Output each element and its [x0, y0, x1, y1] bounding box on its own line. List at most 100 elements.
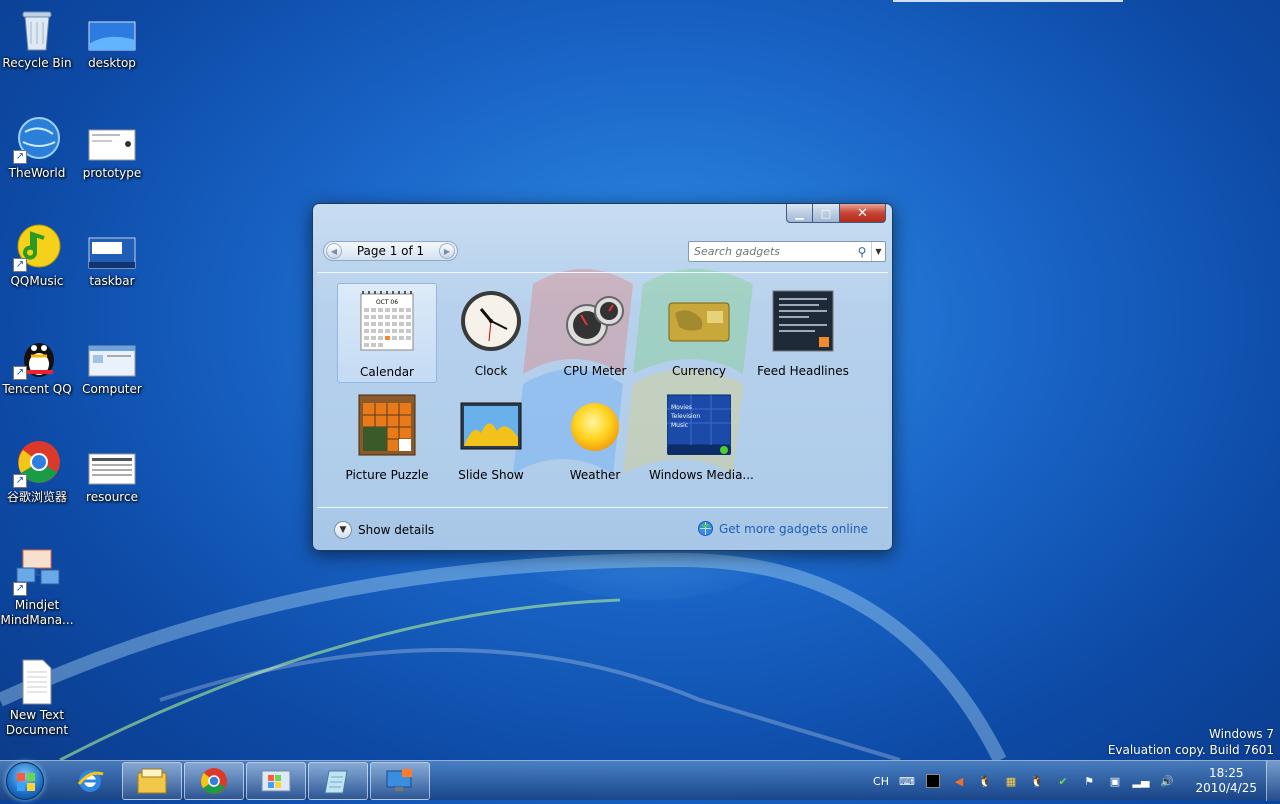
system-clock[interactable]: 18:25 2010/4/25 — [1195, 766, 1257, 796]
desktop-icon-theworld[interactable]: ↗ TheWorld — [0, 116, 74, 181]
desktop-icon-taskbar[interactable]: taskbar — [75, 232, 149, 289]
safely-remove-hardware-icon[interactable]: ▣ — [1106, 772, 1124, 790]
shortcut-arrow-icon: ↗ — [13, 366, 27, 380]
taskbar-chrome[interactable] — [184, 762, 244, 800]
desktop-icon-qqmusic[interactable]: ↗ QQMusic — [0, 224, 74, 289]
desktop-icon-label: Recycle Bin — [2, 56, 72, 70]
media-menu-item: Movies — [671, 404, 692, 411]
volume-icon[interactable]: 🔊 — [1158, 772, 1176, 790]
show-details-button[interactable]: ▼ Show details — [334, 521, 434, 539]
gadget-clock[interactable]: Clock — [441, 283, 541, 383]
close-button[interactable]: ✕ — [840, 204, 886, 223]
gadget-gallery-window: ▁ □ ✕ ◀ Page 1 of 1 ▶ ⚲ ▼ OCT 06 — [312, 203, 893, 551]
control-panel-icon — [261, 770, 291, 792]
gadget-label: Currency — [671, 364, 727, 378]
clock-time: 18:25 — [1208, 766, 1244, 780]
gadget-label: Slide Show — [458, 468, 524, 482]
weather-gadget-icon — [563, 393, 627, 457]
desktop-icon-mindjet[interactable]: ↗ Mindjet MindMana... — [0, 548, 74, 628]
shortcut-arrow-icon: ↗ — [13, 582, 27, 596]
gadget-window-footer: ▼ Show details Get more gadgets online — [313, 508, 892, 550]
media-menu-item: Television — [670, 413, 700, 420]
notification-area: CH ⌨ ◀ 🐧 ▦ 🐧 ✔ ⚑ ▣ ▂▄ 🔊 — [868, 761, 1180, 801]
show-desktop-button[interactable] — [1266, 761, 1280, 801]
desktop-icon-tencent-qq[interactable]: ↗ Tencent QQ — [0, 332, 74, 397]
gadget-gallery: OCT 06 Calendar Clock CPU Meter Currency… — [317, 272, 888, 508]
globe-icon — [697, 521, 713, 536]
security-check-icon[interactable]: ✔ — [1054, 772, 1072, 790]
taskbar-remote-desktop[interactable] — [370, 762, 430, 800]
prototype-file-icon — [88, 124, 136, 164]
shortcut-arrow-icon: ↗ — [13, 150, 27, 164]
gadget-picture-puzzle[interactable]: Picture Puzzle — [337, 387, 437, 487]
desktop-icon-recycle-bin[interactable]: Recycle Bin — [0, 6, 74, 71]
computer-file-icon — [88, 340, 136, 380]
get-more-gadgets-link[interactable]: Get more gadgets online — [697, 521, 868, 536]
taskbar-windows-explorer[interactable] — [122, 762, 182, 800]
desktop-icon-label: desktop — [88, 56, 136, 70]
taskbar: CH ⌨ ◀ 🐧 ▦ 🐧 ✔ ⚑ ▣ ▂▄ 🔊 18:25 2010/4/25 — [0, 760, 1280, 801]
previous-page-button[interactable]: ◀ — [326, 243, 342, 259]
desktop-icon-chrome[interactable]: ↗ 谷歌浏览器 — [0, 440, 74, 505]
picture-puzzle-gadget-icon — [355, 393, 419, 457]
desktop-icon-label: Computer — [82, 382, 142, 396]
gadget-label: Windows Media... — [649, 468, 754, 482]
language-indicator[interactable]: CH — [872, 772, 890, 790]
maximize-button[interactable]: □ — [813, 204, 840, 223]
desktop-icon-desktop[interactable]: desktop — [75, 14, 149, 71]
qq-tray-icon[interactable]: 🐧 — [976, 772, 994, 790]
arrow-right-icon: ▶ — [443, 246, 451, 256]
text-document-icon — [13, 658, 61, 706]
notepad-icon — [324, 770, 348, 794]
next-page-button[interactable]: ▶ — [439, 243, 455, 259]
clock-date: 2010/4/25 — [1195, 781, 1257, 795]
show-details-label: Show details — [358, 523, 435, 537]
gadget-feed-headlines[interactable]: Feed Headlines — [753, 283, 853, 383]
recycle-bin-icon — [13, 6, 61, 54]
offscreen-window-edge — [893, 0, 1123, 2]
gadget-label: CPU Meter — [563, 364, 627, 378]
minimize-button[interactable]: ▁ — [786, 204, 813, 223]
desktop-icon-computer[interactable]: Computer — [75, 340, 149, 397]
slide-show-gadget-icon — [459, 393, 523, 457]
desktop-icon-new-text-document[interactable]: New Text Document — [0, 658, 74, 738]
gadget-weather[interactable]: Weather — [545, 387, 645, 487]
desktop-icon-resource[interactable]: resource — [75, 448, 149, 505]
keyboard-icon[interactable]: ⌨ — [898, 772, 916, 790]
windows-build-watermark: Windows 7 Evaluation copy. Build 7601 — [1108, 726, 1274, 758]
desktop-icon-label: 谷歌浏览器 — [6, 490, 67, 504]
gadget-windows-media-center[interactable]: Movies Television Music Windows Media... — [649, 387, 754, 487]
watermark-os: Windows 7 — [1208, 727, 1274, 741]
gadget-cpu-meter[interactable]: CPU Meter — [545, 283, 645, 383]
taskbar-control-panel[interactable] — [246, 762, 306, 800]
search-input[interactable] — [689, 242, 853, 261]
taskbar-internet-explorer[interactable] — [60, 762, 120, 800]
gadget-label: Feed Headlines — [757, 364, 849, 378]
gadget-calendar[interactable]: OCT 06 Calendar — [337, 283, 437, 383]
remote-desktop-icon — [386, 769, 412, 791]
gadget-currency[interactable]: Currency — [649, 283, 749, 383]
windows-media-center-gadget-icon: Movies Television Music — [666, 393, 732, 457]
desktop-icon-label: prototype — [82, 166, 142, 180]
watermark-build: Evaluation copy. Build 7601 — [1107, 743, 1274, 757]
page-indicator: Page 1 of 1 — [356, 244, 425, 258]
taskbar-notepad[interactable] — [308, 762, 368, 800]
resource-file-icon — [88, 448, 136, 488]
desktop-icon-prototype[interactable]: prototype — [75, 124, 149, 181]
start-button[interactable] — [6, 762, 44, 800]
action-center-flag-icon[interactable]: ⚑ — [1080, 772, 1098, 790]
speaker-app-icon[interactable]: ◀ — [950, 772, 968, 790]
desktop-icon-label: Mindjet MindMana... — [0, 598, 74, 627]
feed-headlines-gadget-icon — [771, 289, 835, 353]
search-dropdown-button[interactable]: ▼ — [871, 242, 885, 261]
app-tray-black-icon[interactable] — [924, 772, 942, 790]
input-method-icon[interactable]: ▦ — [1002, 772, 1020, 790]
cpu-meter-gadget-icon — [563, 289, 627, 353]
search-icon[interactable]: ⚲ — [853, 245, 871, 259]
chrome-icon: ↗ — [13, 440, 61, 488]
network-signal-icon[interactable]: ▂▄ — [1132, 772, 1150, 790]
qq-tray-icon-2[interactable]: 🐧 — [1028, 772, 1046, 790]
gadget-slide-show[interactable]: Slide Show — [441, 387, 541, 487]
window-caption-buttons: ▁ □ ✕ — [786, 204, 886, 223]
desktop-icon-label: New Text Document — [5, 708, 69, 737]
